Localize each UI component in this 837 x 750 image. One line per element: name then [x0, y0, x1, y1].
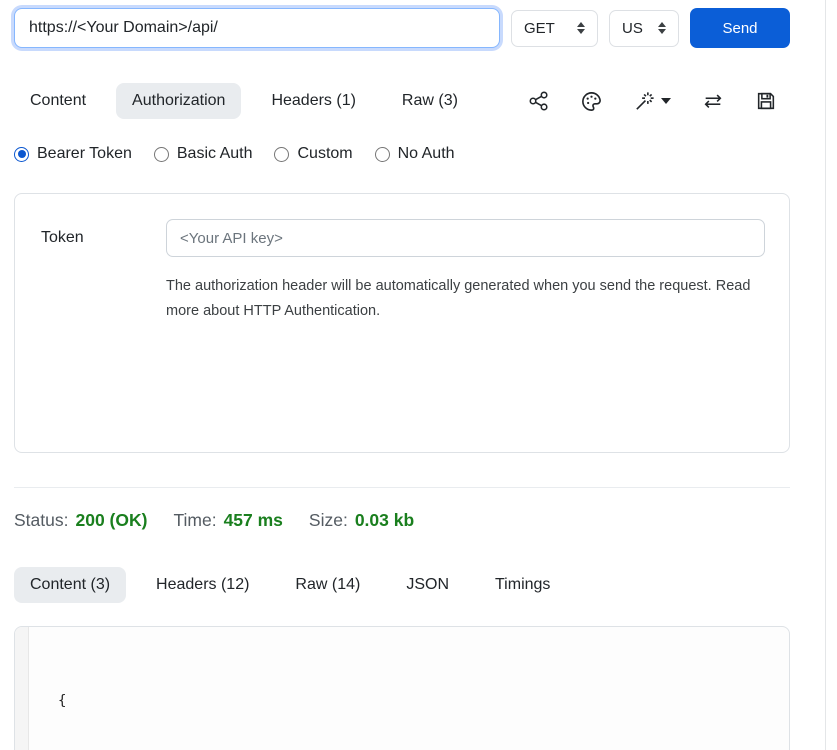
- auth-type-options: Bearer Token Basic Auth Custom No Auth: [14, 145, 790, 163]
- save-icon[interactable]: [755, 90, 777, 112]
- response-json[interactable]: { "message": "API running." }: [29, 627, 385, 750]
- radio-basic-auth[interactable]: Basic Auth: [154, 145, 253, 163]
- method-select[interactable]: GET: [511, 10, 598, 47]
- radio-basic-label: Basic Auth: [177, 145, 253, 163]
- radio-custom-label: Custom: [297, 145, 352, 163]
- share-icon[interactable]: [528, 90, 550, 112]
- response-body-panel: { "message": "API running." }: [14, 626, 790, 750]
- resp-tab-raw[interactable]: Raw (14): [279, 567, 376, 603]
- swap-arrows-icon[interactable]: [701, 90, 725, 112]
- radio-icon: [375, 147, 390, 162]
- radio-selected-icon: [14, 147, 29, 162]
- bearer-token-panel: Token The authorization header will be a…: [14, 193, 790, 453]
- resp-tab-json[interactable]: JSON: [390, 567, 465, 603]
- token-input[interactable]: [166, 219, 765, 257]
- tab-headers[interactable]: Headers (1): [255, 83, 371, 119]
- tab-content[interactable]: Content: [14, 83, 102, 119]
- caret-down-icon: [661, 98, 671, 104]
- locale-select-value: US: [622, 20, 643, 37]
- time-value: 457 ms: [224, 510, 283, 531]
- radio-no-auth[interactable]: No Auth: [375, 145, 455, 163]
- status-value: 200 (OK): [75, 510, 147, 531]
- url-input[interactable]: [14, 8, 500, 48]
- auth-help-text: The authorization header will be automat…: [166, 274, 765, 324]
- response-divider: [14, 487, 790, 488]
- radio-noauth-label: No Auth: [398, 145, 455, 163]
- radio-bearer-label: Bearer Token: [37, 145, 132, 163]
- radio-custom[interactable]: Custom: [274, 145, 352, 163]
- radio-icon: [274, 147, 289, 162]
- right-divider: [825, 0, 826, 750]
- json-open-brace: {: [58, 693, 66, 709]
- updown-arrows-icon: [577, 22, 585, 34]
- response-tabs: Content (3) Headers (12) Raw (14) JSON T…: [14, 567, 790, 603]
- request-bar: GET US Send: [14, 8, 790, 48]
- status-label: Status:: [14, 510, 68, 531]
- radio-icon: [154, 147, 169, 162]
- time-label: Time:: [173, 510, 216, 531]
- send-button[interactable]: Send: [690, 8, 790, 48]
- size-label: Size:: [309, 510, 348, 531]
- response-status-bar: Status: 200 (OK) Time: 457 ms Size: 0.03…: [14, 510, 790, 531]
- token-label: Token: [41, 229, 166, 247]
- request-tabs: Content Authorization Headers (1) Raw (3…: [14, 83, 790, 119]
- updown-arrows-icon: [658, 22, 666, 34]
- reqbin-app: GET US Send Content Authorization Header…: [0, 0, 837, 750]
- size-value: 0.03 kb: [355, 510, 414, 531]
- magic-wand-icon[interactable]: [633, 90, 671, 113]
- resp-tab-timings[interactable]: Timings: [479, 567, 566, 603]
- toolbar-icons: [528, 90, 790, 113]
- palette-icon[interactable]: [580, 90, 603, 113]
- code-gutter: [15, 627, 29, 750]
- resp-tab-headers[interactable]: Headers (12): [140, 567, 265, 603]
- resp-tab-content[interactable]: Content (3): [14, 567, 126, 603]
- method-select-value: GET: [524, 20, 555, 37]
- locale-select[interactable]: US: [609, 10, 679, 47]
- tab-authorization[interactable]: Authorization: [116, 83, 241, 119]
- tab-raw[interactable]: Raw (3): [386, 83, 474, 119]
- radio-bearer-token[interactable]: Bearer Token: [14, 145, 132, 163]
